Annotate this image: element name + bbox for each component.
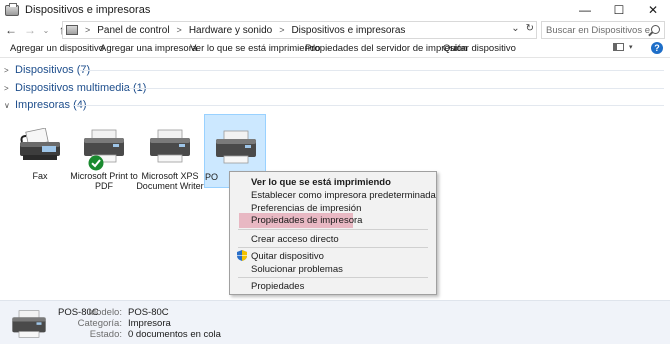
device-label: Fax [32, 171, 48, 181]
menu-item-see-printing[interactable]: Ver lo que se está imprimiendo [251, 177, 391, 188]
command-bar: Agregar un dispositivo Agregar una impre… [0, 40, 670, 58]
device-label: Microsoft Print to PDF [70, 171, 138, 191]
help-icon[interactable]: ? [651, 42, 663, 54]
details-pane: POS-80C Modelo: POS-80C Categoría: Impre… [0, 300, 670, 344]
details-status-label: Estado: [89, 329, 122, 340]
window-title: Dispositivos e impresoras [25, 4, 151, 16]
context-menu: Ver lo que se está imprimiendo Establece… [229, 171, 437, 295]
search-input[interactable]: Buscar en Dispositivos e impr... [541, 21, 665, 39]
search-icon[interactable] [651, 25, 660, 34]
window-controls: — ☐ ✕ [568, 0, 670, 20]
address-bar[interactable]: > Panel de control > Hardware y sonido >… [62, 21, 537, 39]
control-panel-icon [66, 25, 78, 35]
search-placeholder: Buscar en Dispositivos e impr... [546, 24, 650, 36]
details-status-value: 0 documentos en cola [128, 329, 221, 340]
view-icon [613, 43, 624, 51]
group-divider [80, 70, 664, 71]
group-devices-label: Dispositivos (7) [15, 64, 91, 76]
navigation-bar: ← → ⌄ ↑ > Panel de control > Hardware y … [0, 20, 670, 40]
default-checkmark-icon [88, 155, 104, 171]
details-category-value: Impresora [128, 318, 171, 329]
group-divider [74, 105, 664, 106]
back-arrow-icon[interactable]: ← [3, 22, 19, 38]
chevron-down-icon: ∨ [4, 100, 10, 110]
forward-arrow-icon[interactable]: → [22, 22, 38, 38]
printer-icon [150, 129, 190, 163]
recent-locations-dropdown[interactable]: ⌄ [41, 22, 51, 38]
details-model-label: Modelo: [88, 307, 122, 318]
menu-item-properties[interactable]: Propiedades [251, 281, 304, 292]
printer-icon [216, 130, 256, 164]
details-model-value: POS-80C [128, 307, 169, 318]
devices-printers-icon [5, 2, 19, 16]
device-label: Microsoft XPS Document Writer [136, 171, 204, 191]
minimize-button[interactable]: — [568, 0, 602, 20]
change-view-button[interactable]: ▾ [613, 43, 633, 51]
menu-item-create-shortcut[interactable]: Crear acceso directo [251, 234, 339, 245]
details-category-label: Categoría: [77, 318, 122, 329]
title-bar: Dispositivos e impresoras — ☐ ✕ [0, 0, 670, 20]
breadcrumb-control-panel[interactable]: Panel de control [97, 25, 169, 36]
remove-device-button[interactable]: Quitar dispositivo [443, 43, 516, 54]
menu-item-troubleshoot[interactable]: Solucionar problemas [251, 264, 343, 275]
menu-separator [238, 247, 428, 248]
device-tile-print-to-pdf[interactable]: Microsoft Print to PDF [70, 114, 138, 191]
breadcrumb-separator: > [85, 25, 91, 35]
breadcrumb-devices-printers[interactable]: Dispositivos e impresoras [291, 25, 405, 36]
menu-separator [238, 229, 428, 230]
group-devices[interactable]: > Dispositivos (7) [4, 64, 90, 76]
menu-separator [238, 277, 428, 278]
chevron-down-icon: ▾ [629, 44, 633, 51]
menu-item-printer-properties[interactable]: Propiedades de impresora [251, 215, 362, 226]
device-tile-fax[interactable]: Fax [9, 114, 71, 188]
printer-icon [12, 310, 46, 338]
menu-item-print-preferences[interactable]: Preferencias de impresión [251, 203, 361, 214]
fax-icon [20, 128, 60, 160]
see-printing-button[interactable]: Ver lo que se está imprimiendo [190, 43, 320, 54]
add-printer-button[interactable]: Agregar una impresora [100, 43, 197, 54]
shield-icon [237, 250, 247, 261]
breadcrumb-separator: > [176, 25, 182, 35]
group-divider [126, 88, 664, 89]
address-dropdown-icon[interactable]: ⌄ [511, 23, 519, 34]
device-label: PO [205, 172, 219, 182]
refresh-icon[interactable]: ↻ [526, 23, 534, 34]
maximize-button[interactable]: ☐ [602, 0, 636, 20]
chevron-right-icon: > [4, 83, 9, 93]
close-button[interactable]: ✕ [636, 0, 670, 20]
breadcrumb-hardware-sound[interactable]: Hardware y sonido [189, 25, 272, 36]
add-device-button[interactable]: Agregar un dispositivo [10, 43, 104, 54]
breadcrumb-separator: > [279, 25, 285, 35]
device-tile-xps-writer[interactable]: Microsoft XPS Document Writer [136, 114, 204, 191]
menu-item-set-default[interactable]: Establecer como impresora predeterminada [251, 190, 436, 201]
menu-item-remove-device[interactable]: Quitar dispositivo [251, 251, 324, 262]
chevron-right-icon: > [4, 65, 9, 75]
